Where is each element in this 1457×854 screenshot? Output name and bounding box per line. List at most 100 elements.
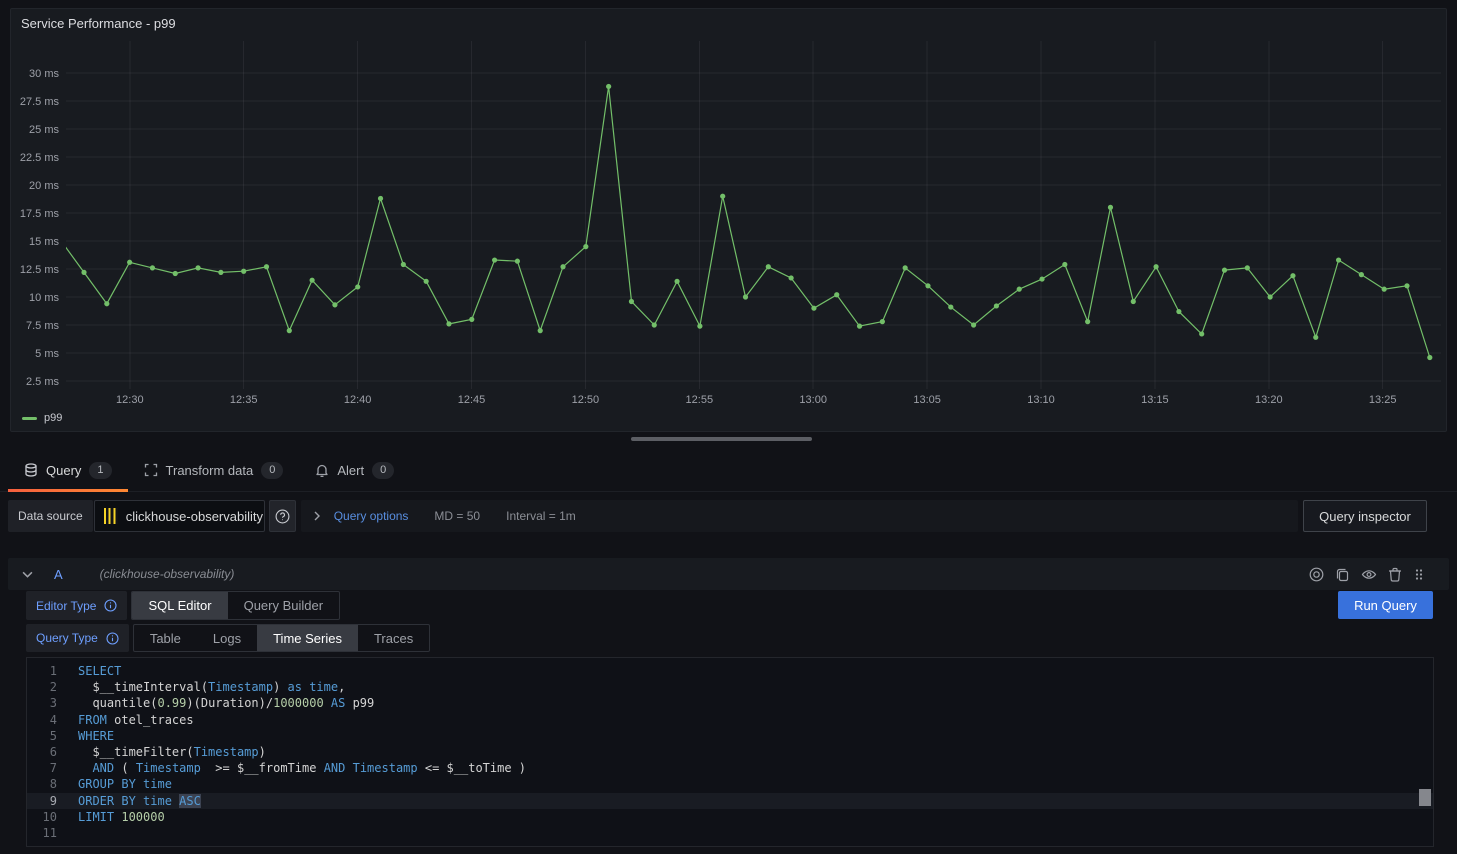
code-line: 2 $__timeInterval(Timestamp) as time, bbox=[27, 679, 1433, 695]
svg-text:12.5 ms: 12.5 ms bbox=[20, 264, 60, 276]
horizontal-scrollbar-thumb[interactable] bbox=[631, 437, 812, 441]
legend-series-swatch bbox=[22, 417, 37, 420]
query-options-interval: Interval = 1m bbox=[506, 509, 576, 523]
query-type-option-traces[interactable]: Traces bbox=[358, 625, 429, 651]
query-inspector-button[interactable]: Query inspector bbox=[1303, 500, 1427, 532]
svg-text:13:20: 13:20 bbox=[1255, 394, 1283, 406]
grip-icon bbox=[1413, 567, 1425, 582]
tab-transform-data[interactable]: Transform data 0 bbox=[128, 449, 300, 491]
code-line: 8GROUP BY time bbox=[27, 776, 1433, 792]
code-line: 10LIMIT 100000 bbox=[27, 809, 1433, 825]
query-type-segmented: Table Logs Time Series Traces bbox=[133, 624, 430, 652]
query-options-bar: Query options MD = 50 Interval = 1m bbox=[301, 500, 1298, 532]
query-row-header: A (clickhouse-observability) bbox=[8, 558, 1449, 590]
question-circle-icon bbox=[275, 509, 290, 524]
code-line: 9ORDER BY time ASC bbox=[27, 793, 1433, 809]
tab-count-badge: 1 bbox=[89, 462, 111, 479]
legend-item-p99[interactable]: p99 bbox=[22, 412, 62, 424]
line-number: 1 bbox=[27, 663, 57, 679]
svg-text:7.5 ms: 7.5 ms bbox=[26, 320, 60, 332]
bell-icon bbox=[315, 463, 329, 477]
svg-text:13:15: 13:15 bbox=[1141, 394, 1169, 406]
query-type-label: Query Type bbox=[36, 631, 98, 645]
query-options-expand-button[interactable] bbox=[314, 511, 320, 521]
query-options-link[interactable]: Query options bbox=[334, 509, 409, 523]
svg-text:12:35: 12:35 bbox=[230, 394, 258, 406]
code-line: 4FROM otel_traces bbox=[27, 712, 1433, 728]
line-number: 3 bbox=[27, 695, 57, 711]
svg-text:13:25: 13:25 bbox=[1369, 394, 1397, 406]
code-line: 7 AND ( Timestamp >= $__fromTime AND Tim… bbox=[27, 760, 1433, 776]
query-datasource-hint: (clickhouse-observability) bbox=[100, 567, 235, 581]
panel-title[interactable]: Service Performance - p99 bbox=[21, 16, 176, 31]
trash-icon bbox=[1388, 567, 1402, 582]
svg-text:13:05: 13:05 bbox=[913, 394, 941, 406]
svg-text:2.5 ms: 2.5 ms bbox=[26, 376, 60, 388]
svg-text:27.5 ms: 27.5 ms bbox=[20, 96, 60, 108]
line-number: 10 bbox=[27, 809, 57, 825]
code-line: 11 bbox=[27, 825, 1433, 841]
delete-query-button[interactable] bbox=[1388, 567, 1402, 582]
sql-code-editor[interactable]: 1SELECT2 $__timeInterval(Timestamp) as t… bbox=[26, 657, 1434, 847]
run-query-button[interactable]: Run Query bbox=[1338, 591, 1433, 619]
chart-svg[interactable]: 2.5 ms 5 ms 7.5 ms 10 ms 12.5 ms 15 ms 17.5 ms… bbox=[11, 9, 1448, 433]
editor-tabs: Query 1 Transform data 0 Alert 0 bbox=[0, 449, 1457, 492]
svg-text:5 ms: 5 ms bbox=[35, 348, 59, 360]
svg-text:12:55: 12:55 bbox=[686, 394, 714, 406]
copy-icon bbox=[1335, 567, 1350, 582]
datasource-picker[interactable]: clickhouse-observability bbox=[94, 500, 265, 532]
editor-type-row: Editor Type SQL Editor Query Builder bbox=[26, 591, 340, 620]
duplicate-query-button[interactable] bbox=[1335, 567, 1350, 582]
chevron-down-icon bbox=[22, 571, 33, 578]
chevron-right-icon bbox=[314, 511, 320, 521]
database-icon bbox=[24, 463, 38, 477]
code-line: 3 quantile(0.99)(Duration)/1000000 AS p9… bbox=[27, 695, 1433, 711]
query-options-md: MD = 50 bbox=[434, 509, 480, 523]
query-actions bbox=[1309, 567, 1425, 582]
record-circle-icon bbox=[1309, 567, 1324, 582]
line-number: 4 bbox=[27, 712, 57, 728]
datasource-help-button[interactable] bbox=[269, 500, 296, 532]
svg-text:30 ms: 30 ms bbox=[29, 68, 59, 80]
tab-label: Alert bbox=[337, 463, 364, 478]
editor-type-option-query-builder[interactable]: Query Builder bbox=[228, 592, 339, 619]
editor-scrollbar-thumb[interactable] bbox=[1419, 789, 1431, 806]
info-circle-icon[interactable] bbox=[104, 599, 117, 612]
editor-type-chip: Editor Type bbox=[26, 591, 127, 620]
disable-query-button[interactable] bbox=[1309, 567, 1324, 582]
query-ref-id: A bbox=[54, 567, 63, 582]
svg-text:13:10: 13:10 bbox=[1027, 394, 1055, 406]
svg-text:15 ms: 15 ms bbox=[29, 236, 59, 248]
editor-type-segmented: SQL Editor Query Builder bbox=[131, 591, 340, 620]
info-circle-icon[interactable] bbox=[106, 632, 119, 645]
datasource-row: Data source clickhouse-observability Que… bbox=[8, 500, 1427, 532]
svg-text:10 ms: 10 ms bbox=[29, 292, 59, 304]
tab-count-badge: 0 bbox=[261, 462, 283, 479]
query-type-row: Query Type Table Logs Time Series Traces bbox=[26, 624, 430, 652]
query-type-option-logs[interactable]: Logs bbox=[197, 625, 257, 651]
drag-handle[interactable] bbox=[1413, 567, 1425, 582]
legend-series-label: p99 bbox=[44, 412, 62, 424]
eye-icon bbox=[1361, 567, 1377, 582]
tab-label: Transform data bbox=[166, 463, 254, 478]
query-type-option-table[interactable]: Table bbox=[134, 625, 197, 651]
datasource-value: clickhouse-observability bbox=[126, 509, 263, 524]
svg-text:22.5 ms: 22.5 ms bbox=[20, 152, 60, 164]
svg-text:12:40: 12:40 bbox=[344, 394, 372, 406]
svg-text:12:30: 12:30 bbox=[116, 394, 144, 406]
query-collapse-button[interactable] bbox=[22, 571, 33, 578]
code-line: 5WHERE bbox=[27, 728, 1433, 744]
svg-text:17.5 ms: 17.5 ms bbox=[20, 208, 60, 220]
svg-text:25 ms: 25 ms bbox=[29, 124, 59, 136]
editor-type-option-sql-editor[interactable]: SQL Editor bbox=[132, 592, 227, 619]
tab-label: Query bbox=[46, 463, 81, 478]
svg-text:12:45: 12:45 bbox=[458, 394, 486, 406]
line-number: 8 bbox=[27, 776, 57, 792]
datasource-label: Data source bbox=[18, 509, 83, 523]
code-line: 1SELECT bbox=[27, 663, 1433, 679]
hide-response-button[interactable] bbox=[1361, 567, 1377, 582]
svg-text:13:00: 13:00 bbox=[799, 394, 827, 406]
tab-query[interactable]: Query 1 bbox=[8, 449, 128, 491]
query-type-option-time-series[interactable]: Time Series bbox=[257, 625, 358, 651]
tab-alert[interactable]: Alert 0 bbox=[299, 449, 410, 491]
